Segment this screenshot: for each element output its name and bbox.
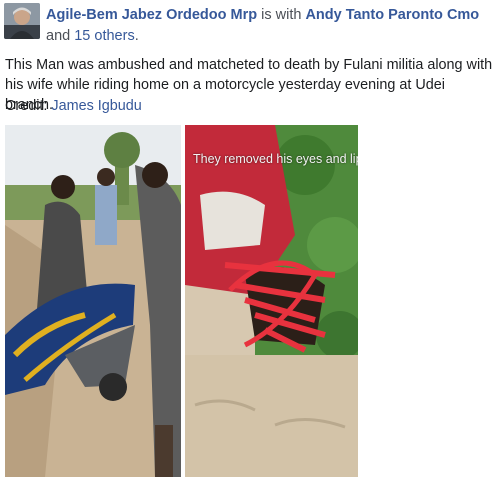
credit-name-link[interactable]: James Igbudu: [51, 98, 141, 114]
post-header: Agile-Bem Jabez Ordedoo Mrp is with Andy…: [46, 5, 494, 47]
post-photo-left[interactable]: [5, 125, 181, 477]
credit-label: Credit:: [5, 98, 48, 114]
avatar-image: [4, 3, 40, 39]
tagged-user-link[interactable]: Andy Tanto Paronto Cmo: [305, 7, 479, 23]
and-text: and: [46, 28, 75, 44]
post-credit: Credit: James Igbudu: [5, 96, 142, 116]
post-photo-right[interactable]: They removed his eyes and lip: [185, 125, 358, 477]
author-name-link[interactable]: Agile-Bem Jabez Ordedoo Mrp: [46, 7, 257, 23]
header-period: .: [134, 28, 139, 44]
with-text: is with: [257, 7, 306, 23]
photo-overlay-caption: They removed his eyes and lip: [193, 152, 358, 166]
photo-left-image: [5, 125, 181, 477]
facebook-post: Agile-Bem Jabez Ordedoo Mrp is with Andy…: [0, 0, 499, 481]
author-avatar[interactable]: [4, 3, 40, 39]
others-link[interactable]: 15 others: [74, 28, 134, 44]
photo-right-image: [185, 125, 358, 477]
